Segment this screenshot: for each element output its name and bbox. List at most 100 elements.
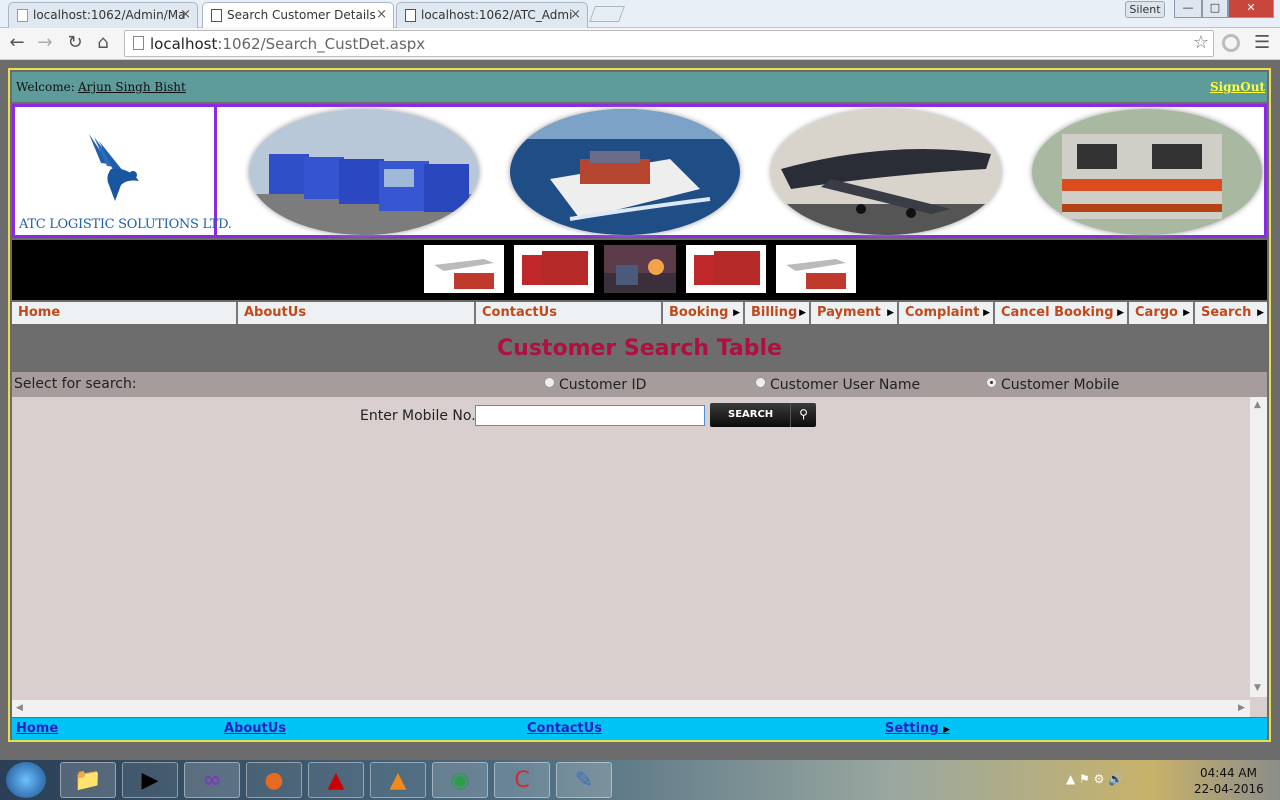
search-button[interactable]: SEARCH ⚲: [710, 403, 816, 427]
menu-contactus[interactable]: ContactUs: [476, 302, 663, 324]
menu-home[interactable]: Home: [12, 302, 238, 324]
scroll-right-icon[interactable]: ▶: [1238, 703, 1245, 713]
footer-setting-link[interactable]: Setting ▶: [885, 721, 950, 736]
visual-studio-icon[interactable]: ∞: [184, 762, 240, 798]
home-icon[interactable]: ⌂: [92, 32, 114, 54]
close-tab-icon[interactable]: ×: [376, 3, 387, 27]
menu-label: ContactUs: [482, 305, 557, 320]
windows-taskbar: 📁 ▶ ∞ ● ▲ ▲ ◉ C ✎ ▲ ⚑ ⚙ 🔊 04:44 AM 22-04…: [0, 760, 1280, 800]
menu-label: Complaint: [905, 305, 980, 320]
browser-toolbar: ← → ↻ ⌂ localhost:1062/Search_CustDet.as…: [0, 28, 1280, 60]
page-title: Customer Search Table: [497, 336, 782, 361]
eagle-logo-icon: [89, 134, 139, 201]
search-type-bar: Select for search: Customer ID Customer …: [12, 372, 1267, 397]
browser-tab-admin[interactable]: localhost:1062/Admin/Ma ×: [8, 2, 198, 28]
url-path: :1062/Search_CustDet.aspx: [217, 35, 426, 53]
system-tray-icons[interactable]: ▲ ⚑ ⚙ 🔊: [1066, 772, 1123, 786]
extension-icon[interactable]: [1222, 34, 1240, 52]
clock-time[interactable]: 04:44 AM: [1200, 766, 1257, 780]
scroll-left-icon[interactable]: ◀: [16, 703, 23, 713]
back-arrow-icon[interactable]: ←: [6, 32, 28, 54]
url-text: localhost:1062/Search_CustDet.aspx: [150, 35, 425, 53]
submenu-arrow-icon: ▶: [799, 308, 806, 318]
silent-badge: Silent: [1125, 1, 1165, 18]
media-player-icon[interactable]: ▶: [122, 762, 178, 798]
footer-aboutus-link[interactable]: AboutUs: [224, 721, 286, 736]
menu-billing[interactable]: Billing ▶: [745, 302, 811, 324]
airplane-thumbnail: [424, 245, 504, 293]
header-banner: ATC LOGISTIC SOLUTIONS LTD.: [12, 104, 1267, 238]
menu-aboutus[interactable]: AboutUs: [238, 302, 476, 324]
customer-id-label[interactable]: Customer ID: [559, 377, 646, 393]
forward-arrow-icon[interactable]: →: [34, 32, 56, 54]
footer-nav: Home AboutUs ContactUs Setting ▶: [12, 718, 1267, 740]
paint-icon[interactable]: ✎: [556, 762, 612, 798]
acrobat-icon[interactable]: ▲: [308, 762, 364, 798]
firefox-icon[interactable]: ●: [246, 762, 302, 798]
site-favicon-icon: [405, 9, 416, 22]
customer-username-radio[interactable]: [755, 377, 766, 388]
minimize-button[interactable]: —: [1174, 0, 1202, 18]
vertical-scrollbar[interactable]: ▲ ▼: [1250, 397, 1267, 697]
menu-label: Search: [1201, 305, 1252, 320]
footer-home-link[interactable]: Home: [16, 721, 58, 736]
customer-mobile-radio[interactable]: [986, 377, 997, 388]
browser-tab-search-customer[interactable]: Search Customer Details ×: [202, 2, 394, 28]
reload-icon[interactable]: ↻: [64, 32, 86, 54]
airplane-image: [771, 109, 1001, 235]
file-explorer-icon[interactable]: 📁: [60, 762, 116, 798]
menu-label: AboutUs: [244, 305, 307, 320]
bookmark-star-icon[interactable]: ☆: [1193, 32, 1209, 53]
menu-cargo[interactable]: Cargo ▶: [1129, 302, 1195, 324]
customer-mobile-label[interactable]: Customer Mobile: [1001, 377, 1119, 393]
menu-label: Payment: [817, 305, 881, 320]
company-name: ATC LOGISTIC SOLUTIONS LTD.: [19, 217, 232, 232]
cargo-ship-image: [510, 109, 740, 235]
signout-link[interactable]: SignOut: [1210, 80, 1265, 94]
submenu-arrow-icon: ▶: [983, 308, 990, 318]
scroll-up-icon[interactable]: ▲: [1254, 400, 1261, 410]
search-button-label: SEARCH: [728, 409, 774, 420]
menu-search[interactable]: Search ▶: [1195, 302, 1267, 324]
user-name-link[interactable]: Arjun Singh Bisht: [78, 80, 186, 94]
submenu-arrow-icon: ▶: [733, 308, 740, 318]
maximize-button[interactable]: □: [1202, 0, 1228, 18]
train-image: [1032, 109, 1262, 235]
mobile-number-input[interactable]: [475, 405, 705, 426]
menu-cancel-booking[interactable]: Cancel Booking ▶: [995, 302, 1129, 324]
scroll-down-icon[interactable]: ▼: [1254, 683, 1261, 693]
page-icon: [17, 9, 28, 22]
menu-booking[interactable]: Booking ▶: [663, 302, 745, 324]
browser-menu-icon[interactable]: ☰: [1254, 32, 1270, 53]
footer-contactus-link[interactable]: ContactUs: [527, 721, 602, 736]
browser-tab-atc-admin[interactable]: localhost:1062/ATC_Admi ×: [396, 2, 588, 28]
magnifier-icon: ⚲: [790, 403, 816, 427]
ccleaner-icon[interactable]: C: [494, 762, 550, 798]
close-tab-icon[interactable]: ×: [570, 3, 581, 27]
submenu-arrow-icon: ▶: [887, 308, 894, 318]
menu-complaint[interactable]: Complaint ▶: [899, 302, 995, 324]
horizontal-scrollbar[interactable]: ◀ ▶: [12, 700, 1250, 717]
menu-label: Billing: [751, 305, 798, 320]
close-window-button[interactable]: ✕: [1228, 0, 1274, 18]
customer-id-radio[interactable]: [544, 377, 555, 388]
clock-date[interactable]: 22-04-2016: [1194, 782, 1264, 796]
chrome-icon[interactable]: ◉: [432, 762, 488, 798]
tab-title: localhost:1062/Admin/Ma: [33, 8, 186, 22]
submenu-arrow-icon: ▶: [1183, 308, 1190, 318]
vlc-icon[interactable]: ▲: [370, 762, 426, 798]
address-bar[interactable]: localhost:1062/Search_CustDet.aspx ☆: [124, 30, 1214, 57]
start-button-icon[interactable]: [6, 762, 46, 798]
airplane-thumbnail-2: [776, 245, 856, 293]
menu-label: Booking: [669, 305, 729, 320]
new-tab-button[interactable]: [589, 6, 625, 22]
submenu-arrow-icon: ▶: [943, 725, 951, 735]
menu-label: Cargo: [1135, 305, 1178, 320]
company-logo: ATC LOGISTIC SOLUTIONS LTD.: [15, 107, 232, 235]
customer-username-label[interactable]: Customer User Name: [770, 377, 920, 393]
submenu-arrow-icon: ▶: [1117, 308, 1124, 318]
close-tab-icon[interactable]: ×: [180, 3, 191, 27]
menu-payment[interactable]: Payment ▶: [811, 302, 899, 324]
search-content-area: Enter Mobile No.: SEARCH ⚲ ▲ ▼ ◀ ▶: [12, 397, 1267, 717]
red-truck-thumbnail: [514, 245, 594, 293]
